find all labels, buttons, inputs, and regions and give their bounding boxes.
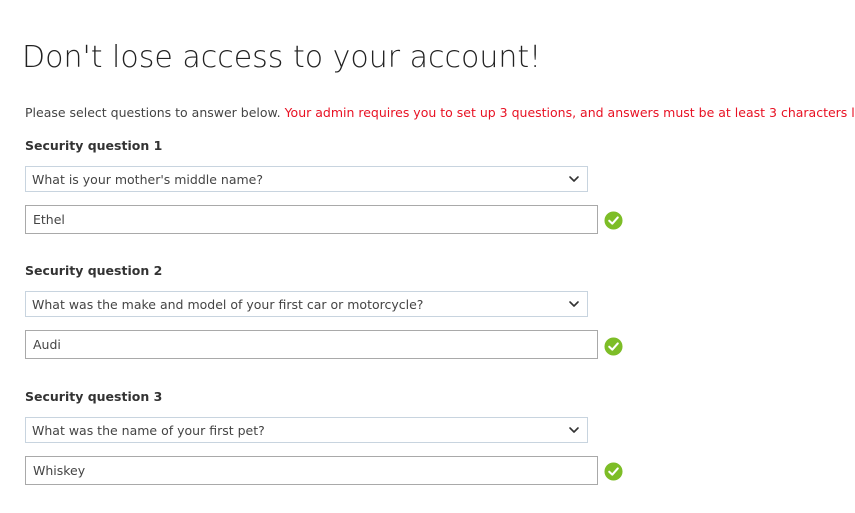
instructions-intro: Please select questions to answer below. (25, 105, 281, 120)
security-question-3-select[interactable]: What was the name of your first pet? (25, 417, 588, 443)
security-question-1-select[interactable]: What is your mother's middle name? (25, 166, 588, 192)
security-question-2-label: Security question 2 (25, 263, 163, 278)
instructions: Please select questions to answer below.… (25, 105, 855, 121)
security-question-2-select[interactable]: What was the make and model of your firs… (25, 291, 588, 317)
security-question-1-label: Security question 1 (25, 138, 163, 153)
security-answer-3-input[interactable]: Whiskey (25, 456, 598, 485)
security-answer-2-input[interactable]: Audi (25, 330, 598, 359)
chevron-down-icon (569, 301, 579, 307)
check-circle-icon (604, 211, 623, 230)
selected-question-text: What was the name of your first pet? (32, 423, 265, 438)
chevron-down-icon (569, 176, 579, 182)
security-answer-1-input[interactable]: Ethel (25, 205, 598, 234)
requirement-text: Your admin requires you to set up 3 ques… (284, 105, 855, 120)
check-circle-icon (604, 337, 623, 356)
answer-text: Whiskey (33, 463, 86, 478)
chevron-down-icon (569, 427, 579, 433)
page-title: Don't lose access to your account! (22, 40, 542, 75)
selected-question-text: What is your mother's middle name? (32, 172, 263, 187)
check-circle-icon (604, 462, 623, 481)
selected-question-text: What was the make and model of your firs… (32, 297, 424, 312)
answer-text: Ethel (33, 212, 65, 227)
answer-text: Audi (33, 337, 61, 352)
security-question-3-label: Security question 3 (25, 389, 163, 404)
